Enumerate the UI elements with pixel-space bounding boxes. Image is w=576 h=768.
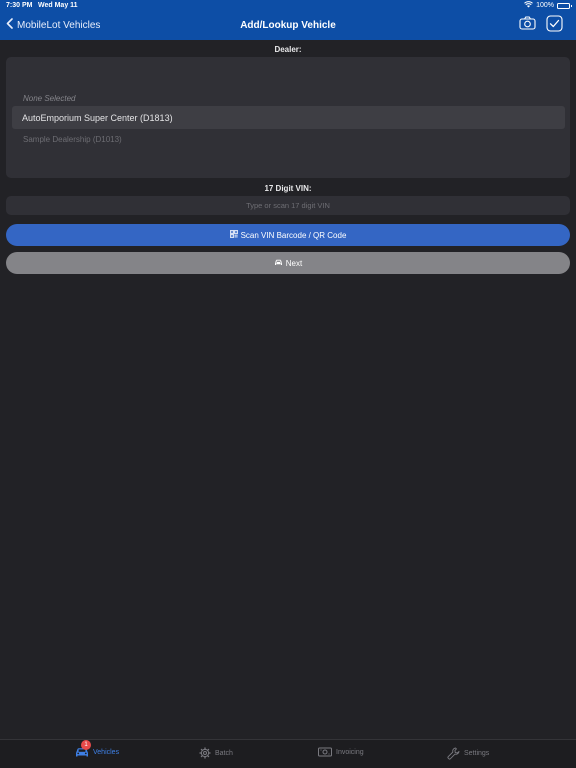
- tab-bar: 1 Vehicles Batch Invoicing Settings: [0, 739, 576, 768]
- car-icon: [274, 259, 283, 268]
- dealer-option-autoemporium[interactable]: AutoEmporium Super Center (D1813): [12, 106, 565, 129]
- page-title: Add/Lookup Vehicle: [240, 20, 336, 31]
- tab-invoicing-label: Invoicing: [336, 748, 364, 756]
- vin-input[interactable]: [6, 196, 570, 215]
- next-button-label: Next: [285, 258, 303, 268]
- car-icon: 1: [75, 740, 91, 758]
- dealer-option-sample[interactable]: Sample Dealership (D1013): [12, 128, 565, 151]
- camera-button[interactable]: [519, 16, 536, 35]
- tab-batch[interactable]: Batch: [199, 747, 233, 759]
- tab-invoicing[interactable]: Invoicing: [318, 747, 364, 757]
- vin-label: 17 Digit VIN:: [264, 184, 312, 193]
- scan-vin-button-label: Scan VIN Barcode / QR Code: [240, 230, 347, 240]
- status-bar: 7:30 PM Wed May 11 100%: [0, 0, 576, 12]
- qr-code-icon: [229, 230, 238, 240]
- tab-batch-label: Batch: [215, 749, 233, 757]
- gear-icon: [199, 747, 211, 759]
- camera-icon: [519, 16, 536, 35]
- status-right: 100%: [524, 1, 572, 10]
- tab-vehicles-label: Vehicles: [93, 749, 120, 756]
- done-button[interactable]: [546, 14, 563, 37]
- status-date: Wed May 11: [38, 2, 78, 9]
- tab-vehicles[interactable]: 1 Vehicles: [75, 740, 120, 758]
- status-time: 7:30 PM: [6, 2, 33, 9]
- vehicles-badge: 1: [81, 740, 91, 750]
- scan-vin-button[interactable]: Scan VIN Barcode / QR Code: [6, 224, 570, 246]
- tab-settings[interactable]: Settings: [447, 747, 489, 760]
- battery-percent: 100%: [536, 2, 554, 9]
- next-button[interactable]: Next: [6, 252, 570, 274]
- wifi-icon: [524, 1, 533, 10]
- checkmark-icon: [546, 14, 563, 37]
- nav-bar: MobileLot Vehicles Add/Lookup Vehicle: [0, 12, 576, 40]
- dealer-label: Dealer:: [274, 45, 302, 54]
- battery-icon: [557, 2, 572, 9]
- tab-settings-label: Settings: [464, 750, 490, 757]
- invoice-icon: [318, 747, 332, 757]
- wrench-icon: [447, 747, 460, 760]
- dealer-picker[interactable]: None Selected AutoEmporium Super Center …: [6, 57, 570, 178]
- nav-actions: [519, 14, 563, 37]
